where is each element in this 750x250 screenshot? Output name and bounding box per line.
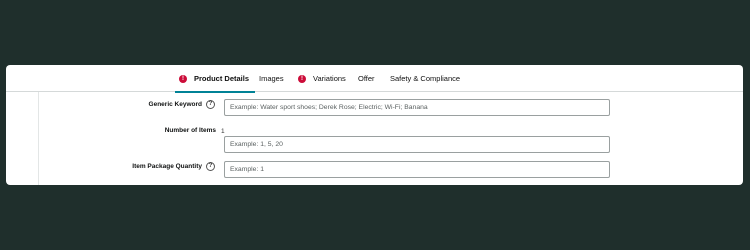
number-of-items-count: 1 [221, 128, 225, 135]
tab-label: Safety & Compliance [390, 74, 461, 83]
item-package-quantity-label: Item Package Quantity [132, 163, 202, 170]
tab-label: Variations [313, 74, 346, 83]
tab-variations[interactable]: ! Variations [298, 65, 346, 92]
help-icon[interactable]: ? [206, 162, 215, 171]
number-of-items-input[interactable] [224, 136, 610, 153]
number-of-items-label: Number of Items [164, 127, 216, 134]
help-icon[interactable]: ? [206, 100, 215, 109]
tab-offer[interactable]: Offer [358, 65, 375, 92]
tab-product-details[interactable]: ! Product Details [174, 65, 256, 93]
tab-label: Offer [358, 74, 375, 83]
generic-keyword-label: Generic Keyword [148, 101, 202, 108]
tab-safety-compliance[interactable]: Safety & Compliance [390, 65, 460, 92]
tab-images[interactable]: Images [259, 65, 284, 92]
product-form-card: ! Product Details Images ! Variations Of… [6, 65, 743, 185]
tab-bar: ! Product Details Images ! Variations Of… [6, 65, 743, 93]
section-divider [38, 92, 39, 185]
generic-keyword-input[interactable] [224, 99, 610, 116]
tab-label: Product Details [194, 74, 250, 83]
error-icon: ! [298, 74, 306, 83]
error-icon: ! [179, 74, 187, 83]
tab-label: Images [259, 74, 284, 83]
item-package-quantity-input[interactable] [224, 161, 610, 178]
